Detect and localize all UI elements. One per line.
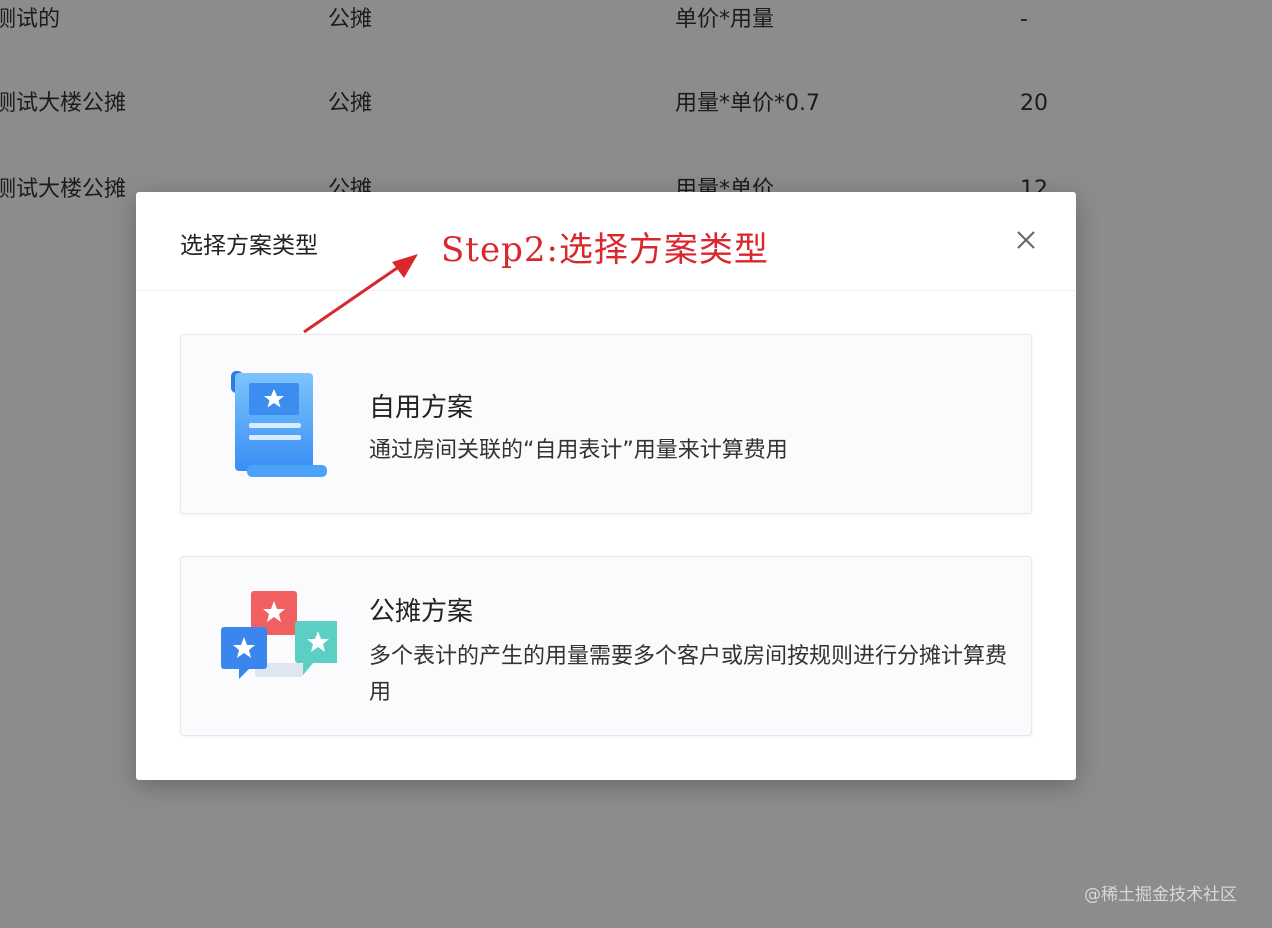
select-plan-type-dialog: 选择方案类型 自用方案 通过房间关联的“自用表计”用量来计算费用 公摊方案 多个… <box>136 192 1076 780</box>
close-icon <box>1017 231 1035 249</box>
annotation-arrow-icon <box>303 254 418 334</box>
close-button[interactable] <box>1008 222 1044 258</box>
option-description: 通过房间关联的“自用表计”用量来计算费用 <box>369 438 788 463</box>
option-title: 自用方案 <box>369 393 474 423</box>
shared-plan-option[interactable]: 公摊方案 多个表计的产生的用量需要多个客户或房间按规则进行分摊计算费用 <box>180 556 1032 736</box>
watermark: @稀土掘金技术社区 <box>1084 885 1237 905</box>
step-annotation: Step2:选择方案类型 <box>441 230 769 270</box>
option-description: 多个表计的产生的用量需要多个客户或房间按规则进行分摊计算费用 <box>369 644 1008 705</box>
shared-chat-bubbles-icon <box>221 591 337 679</box>
option-title: 公摊方案 <box>369 597 474 627</box>
self-use-plan-option[interactable]: 自用方案 通过房间关联的“自用表计”用量来计算费用 <box>180 334 1032 514</box>
scroll-document-icon <box>231 371 327 477</box>
